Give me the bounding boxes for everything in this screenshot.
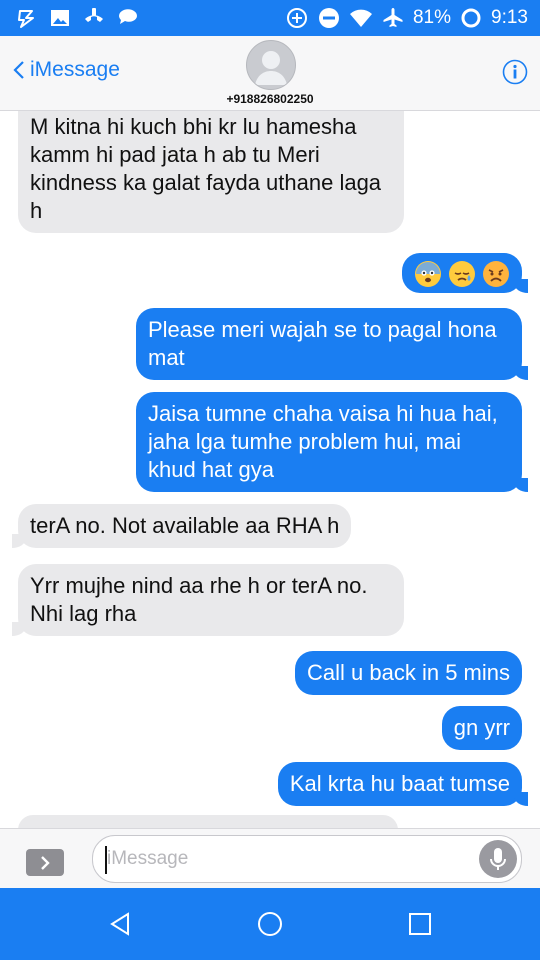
message-thread[interactable]: M kitna hi kuch bhi kr lu hamesha kamm h… <box>0 111 540 828</box>
message-bubble-outgoing-emoji[interactable] <box>401 253 529 294</box>
chat-icon <box>116 6 140 30</box>
message-text: Jaisa tumne chaha vaisa hi hua hai, jaha… <box>148 401 498 482</box>
info-icon[interactable] <box>502 59 528 85</box>
back-button[interactable]: iMessage <box>12 58 120 82</box>
expand-button[interactable] <box>26 849 64 876</box>
do-not-disturb-icon <box>317 6 341 30</box>
message-bubble-incoming[interactable]: terA no. Not available aa RHA h <box>11 504 352 548</box>
chevron-left-icon <box>13 61 24 79</box>
missed-call-icon <box>82 6 106 30</box>
compose-bar: iMessage <box>0 828 540 889</box>
partial-bubble <box>18 815 398 828</box>
message-input-placeholder: iMessage <box>107 848 189 869</box>
conversation-header: iMessage +918826802250 <box>0 36 540 111</box>
emoji-sad-icon <box>483 261 509 288</box>
message-text: terA no. Not available aa RHA h <box>30 513 340 538</box>
message-bubble-incoming[interactable]: Yrr mujhe nind aa rhe h or terA no. Nhi … <box>12 564 404 636</box>
image-icon <box>48 6 72 30</box>
microphone-icon <box>490 848 506 870</box>
back-triangle-icon[interactable] <box>106 910 134 938</box>
message-text: Yrr mujhe nind aa rhe h or terA no. Nhi … <box>30 573 368 626</box>
emoji-sleepy-icon <box>448 261 475 288</box>
contact-number[interactable]: +918826802250 <box>0 92 540 106</box>
battery-level: 81% <box>412 7 452 28</box>
message-text: Kal krta hu baat tumse <box>289 771 510 796</box>
navigation-bar <box>0 888 540 960</box>
sync-icon <box>14 6 38 30</box>
add-circle-icon <box>285 6 309 30</box>
message-text: Call u back in 5 mins <box>307 660 510 685</box>
airplane-icon <box>381 6 405 30</box>
emoji-anxious-icon <box>414 261 441 288</box>
expand-chevron-icon <box>41 855 50 870</box>
wifi-icon <box>349 6 373 30</box>
message-bubble-outgoing[interactable]: Please meri wajah se to pagal hona mat <box>136 308 528 380</box>
status-bar: 81% 9:13 <box>0 0 540 36</box>
microphone-button[interactable] <box>479 840 517 878</box>
message-text: M kitna hi kuch bhi kr lu hamesha kamm h… <box>30 114 382 223</box>
battery-ring-icon <box>459 6 483 30</box>
message-bubble-incoming[interactable]: M kitna hi kuch bhi kr lu hamesha kamm h… <box>18 111 404 233</box>
message-input[interactable]: iMessage <box>92 835 522 883</box>
message-text: Please meri wajah se to pagal hona mat <box>148 317 497 370</box>
message-bubble-outgoing[interactable]: gn yrr <box>441 706 522 750</box>
recents-square-icon[interactable] <box>406 910 434 938</box>
back-label: iMessage <box>30 58 120 81</box>
message-bubble-outgoing[interactable]: Call u back in 5 mins <box>295 651 522 695</box>
avatar-icon[interactable] <box>246 40 296 90</box>
message-bubble-outgoing[interactable]: Jaisa tumne chaha vaisa hi hua hai, jaha… <box>136 392 528 492</box>
message-bubble-outgoing[interactable]: Kal krta hu baat tumse <box>277 762 529 806</box>
home-circle-icon[interactable] <box>256 910 284 938</box>
clock: 9:13 <box>491 7 528 28</box>
message-text: gn yrr <box>453 715 510 740</box>
